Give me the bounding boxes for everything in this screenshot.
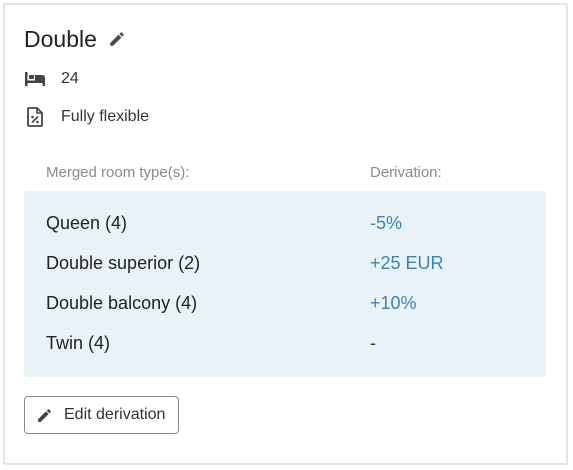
merged-room-types-header: Merged room type(s): [46, 164, 190, 181]
derivation-value: +25 EUR [370, 253, 444, 273]
list-item: Queen (4) -5% [24, 213, 546, 237]
beds-count: 24 [61, 70, 79, 87]
merged-room-types-panel: Queen (4) -5% Double superior (2) +25 EU… [24, 191, 546, 377]
pencil-icon [35, 406, 53, 424]
beds-row: 24 [24, 68, 79, 90]
room-title: Double [24, 25, 97, 52]
policy-row: Fully flexible [24, 106, 149, 128]
room-title-row: Double [24, 25, 126, 53]
list-item: Double balcony (4) +10% [24, 293, 546, 317]
derivation-value: +10% [370, 293, 417, 313]
edit-derivation-label: Edit derivation [64, 406, 166, 423]
list-item: Twin (4) - [24, 333, 546, 357]
derivation-header: Derivation: [370, 164, 442, 181]
merged-room-name: Double superior (2) [46, 253, 201, 273]
room-card: Double 24 Fully flexible Merged room typ… [3, 3, 568, 465]
percent-document-icon [24, 106, 46, 128]
merged-room-name: Twin (4) [46, 333, 111, 353]
bed-icon [24, 68, 46, 90]
derivation-value: -5% [370, 213, 403, 233]
pencil-icon[interactable] [108, 30, 126, 48]
list-item: Double superior (2) +25 EUR [24, 253, 546, 277]
derivation-value: - [370, 333, 376, 353]
merged-room-name: Queen (4) [46, 213, 128, 233]
merged-room-name: Double balcony (4) [46, 293, 198, 313]
edit-derivation-button[interactable]: Edit derivation [24, 396, 179, 434]
rate-policy: Fully flexible [61, 108, 150, 125]
